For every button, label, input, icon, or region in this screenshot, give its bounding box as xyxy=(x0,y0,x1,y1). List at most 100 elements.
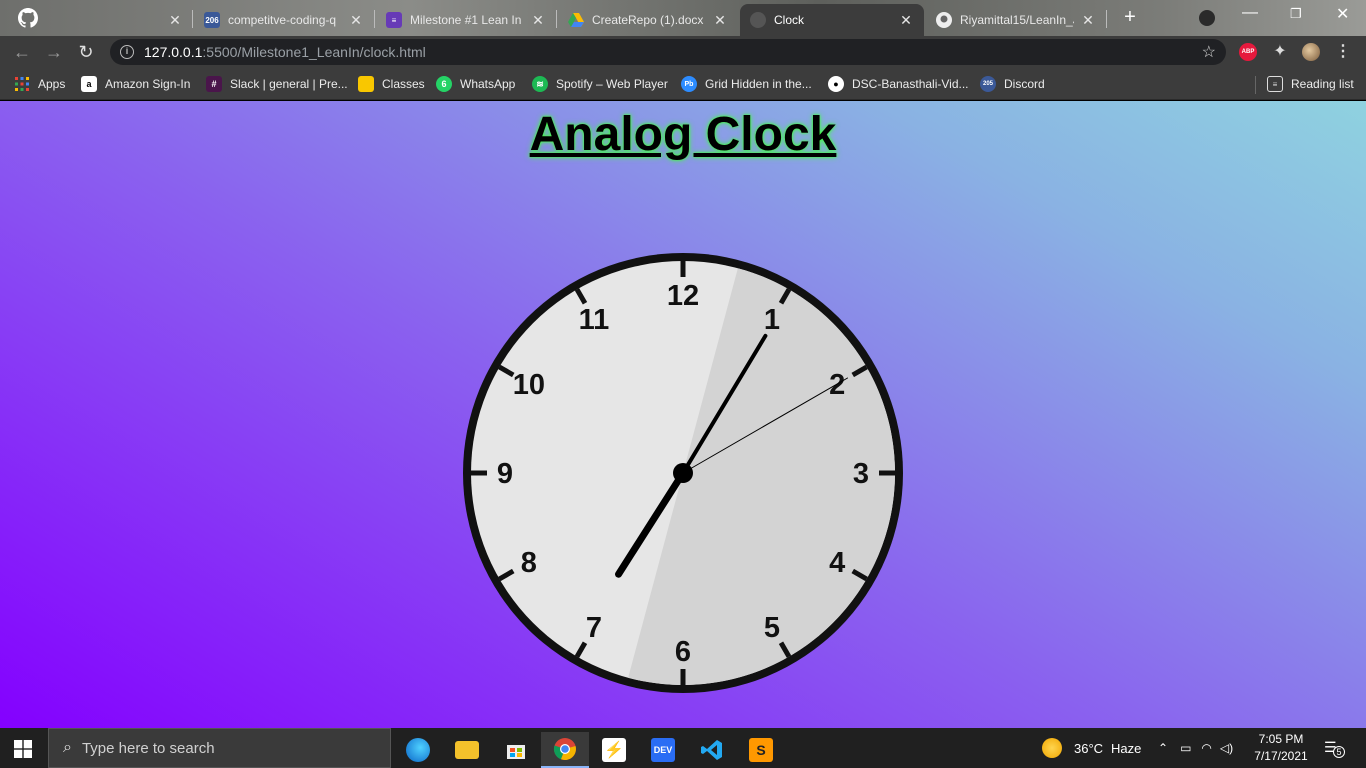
reading-list-icon: ≡ xyxy=(1267,76,1283,92)
clock-number: 8 xyxy=(521,547,537,579)
bookmark-spotify[interactable]: ≋ Spotify – Web Player xyxy=(532,76,668,92)
github-icon[interactable] xyxy=(18,8,38,28)
windows-start-icon[interactable] xyxy=(14,740,32,758)
globe-icon xyxy=(750,12,766,28)
bookmark-slack[interactable]: # Slack | general | Pre... xyxy=(206,76,348,92)
tab-search-icon[interactable] xyxy=(1199,10,1215,26)
wifi-icon[interactable]: ◠ xyxy=(1201,741,1211,755)
bookmark-apps[interactable]: Apps xyxy=(14,76,65,92)
url-host: 127.0.0.1 xyxy=(144,44,203,60)
taskbar-file-explorer[interactable] xyxy=(443,732,491,768)
bookmark-grid-hidden[interactable]: Pb Grid Hidden in the... xyxy=(681,76,812,92)
reading-list-button[interactable]: ≡ Reading list xyxy=(1267,76,1354,92)
file-explorer-icon xyxy=(455,741,479,759)
clock-number: 12 xyxy=(667,280,699,312)
bookmark-amazon[interactable]: a Amazon Sign-In xyxy=(81,76,190,92)
bookmark-dsc-banasthali[interactable]: ● DSC-Banasthali-Vid... xyxy=(828,76,969,92)
taskbar-sublime[interactable]: S xyxy=(737,732,785,768)
store-icon xyxy=(504,738,528,762)
clock-number: 1 xyxy=(764,304,780,336)
spotify-icon: ≋ xyxy=(532,76,548,92)
tab-separator xyxy=(374,10,375,28)
google-drive-icon xyxy=(568,12,584,28)
tab-riyamittal-repo[interactable]: Riyamittal15/LeanIn_J ✕ xyxy=(926,4,1106,36)
browser-toolbar: ← → ↻ i 127.0.0.1:5500/Milestone1_LeanIn… xyxy=(0,36,1366,68)
pulsar-icon: ⚡ xyxy=(602,738,626,762)
whatsapp-icon: 6 xyxy=(436,76,452,92)
close-tab-icon[interactable]: ✕ xyxy=(1080,12,1096,29)
clock-number: 3 xyxy=(853,458,869,490)
notification-count: 5 xyxy=(1333,746,1345,758)
tab-competitive-coding[interactable]: 206 competitve-coding-q ✕ xyxy=(194,4,374,36)
kebab-menu-icon[interactable]: ⋮ xyxy=(1334,43,1352,61)
close-tab-icon[interactable]: ✕ xyxy=(167,12,183,29)
new-tab-button[interactable]: + xyxy=(1120,6,1140,29)
github-icon xyxy=(936,12,952,28)
close-tab-icon[interactable]: ✕ xyxy=(898,12,914,29)
minimize-icon[interactable]: — xyxy=(1242,4,1258,22)
tab-clock[interactable]: Clock ✕ xyxy=(740,4,924,36)
taskbar-chrome[interactable] xyxy=(541,732,589,768)
taskbar-store[interactable] xyxy=(492,732,540,768)
tab-separator xyxy=(556,10,557,28)
clock-number: 2 xyxy=(829,369,845,401)
reload-icon[interactable]: ↻ xyxy=(76,42,96,62)
github-icon: ● xyxy=(828,76,844,92)
discord-205-icon: 205 xyxy=(980,76,996,92)
bookmark-star-icon[interactable]: ☆ xyxy=(1202,42,1216,62)
close-tab-icon[interactable]: ✕ xyxy=(348,12,364,29)
maximize-icon[interactable]: ❐ xyxy=(1290,6,1302,22)
bookmark-whatsapp[interactable]: 6 WhatsApp xyxy=(436,76,515,92)
url-path: :5500/Milestone1_LeanIn/clock.html xyxy=(202,44,426,60)
address-bar[interactable]: i 127.0.0.1:5500/Milestone1_LeanIn/clock… xyxy=(110,39,1226,65)
notifications-icon[interactable]: ☰ 5 xyxy=(1324,739,1345,758)
taskbar-vscode[interactable] xyxy=(688,732,736,768)
site-info-icon[interactable]: i xyxy=(120,45,134,59)
extensions-puzzle-icon[interactable]: ✦ xyxy=(1271,43,1289,61)
clock-number: 5 xyxy=(764,612,780,644)
volume-icon[interactable]: ◁) xyxy=(1220,741,1233,755)
chrome-icon xyxy=(553,737,577,761)
clock-number: 6 xyxy=(675,636,691,668)
tab-separator xyxy=(1106,10,1107,28)
edge-icon xyxy=(406,738,430,762)
taskbar-edge[interactable] xyxy=(394,732,442,768)
close-tab-icon[interactable]: ✕ xyxy=(712,12,728,29)
clock-number: 9 xyxy=(497,458,513,490)
back-arrow-icon[interactable]: ← xyxy=(12,42,32,62)
close-tab-icon[interactable]: ✕ xyxy=(530,12,546,29)
forward-arrow-icon[interactable]: → xyxy=(44,42,64,62)
tab-milestone[interactable]: ≡ Milestone #1 Lean In ✕ xyxy=(376,4,556,36)
page-title: Analog Clock xyxy=(529,108,837,161)
adblock-plus-icon[interactable]: ABP xyxy=(1239,43,1257,61)
search-icon: ⌕ xyxy=(63,739,72,756)
taskbar-search-input[interactable]: ⌕ Type here to search xyxy=(48,728,391,768)
forms-icon: ≡ xyxy=(386,12,402,28)
weather-haze-icon xyxy=(1042,738,1062,758)
chevron-up-icon[interactable]: ⌃ xyxy=(1158,741,1168,755)
taskbar-clock[interactable]: 7:05 PM 7/17/2021 xyxy=(1248,731,1314,765)
clock-number: 10 xyxy=(513,369,545,401)
clock-number: 11 xyxy=(579,304,610,336)
profile-avatar[interactable] xyxy=(1302,43,1320,61)
clock-number: 4 xyxy=(829,547,845,579)
taskbar-dev[interactable]: DEV xyxy=(639,732,687,768)
sublime-icon: S xyxy=(749,738,773,762)
battery-icon[interactable]: ▭ xyxy=(1180,741,1191,755)
analog-clock: 121234567891011 xyxy=(463,253,903,693)
bookmarks-separator xyxy=(1255,76,1256,94)
weather-widget[interactable]: 36°C Haze xyxy=(1042,728,1141,768)
system-tray: ⌃ ▭ ◠ ◁) xyxy=(1158,728,1233,768)
bookmark-discord[interactable]: 205 Discord xyxy=(980,76,1045,92)
tab-createrepo[interactable]: CreateRepo (1).docx ✕ xyxy=(558,4,738,36)
dev-icon: DEV xyxy=(651,738,675,762)
taskbar-pulsar[interactable]: ⚡ xyxy=(590,732,638,768)
page-content: Analog Clock 12 1 2 3 4 5 6 7 8 9 10 11 xyxy=(0,101,1366,728)
close-window-icon[interactable]: ✕ xyxy=(1336,4,1349,24)
windows-taskbar: ⌕ Type here to search ⚡ DEV S 36°C Haze … xyxy=(0,728,1366,768)
tab-strip: ✕ 206 competitve-coding-q ✕ ≡ Milestone … xyxy=(0,0,1366,36)
apps-grid-icon xyxy=(14,76,30,92)
bookmark-classes[interactable]: Classes xyxy=(358,76,425,92)
tab-blank[interactable]: ✕ xyxy=(48,4,193,36)
clock-center-pin xyxy=(673,463,693,483)
